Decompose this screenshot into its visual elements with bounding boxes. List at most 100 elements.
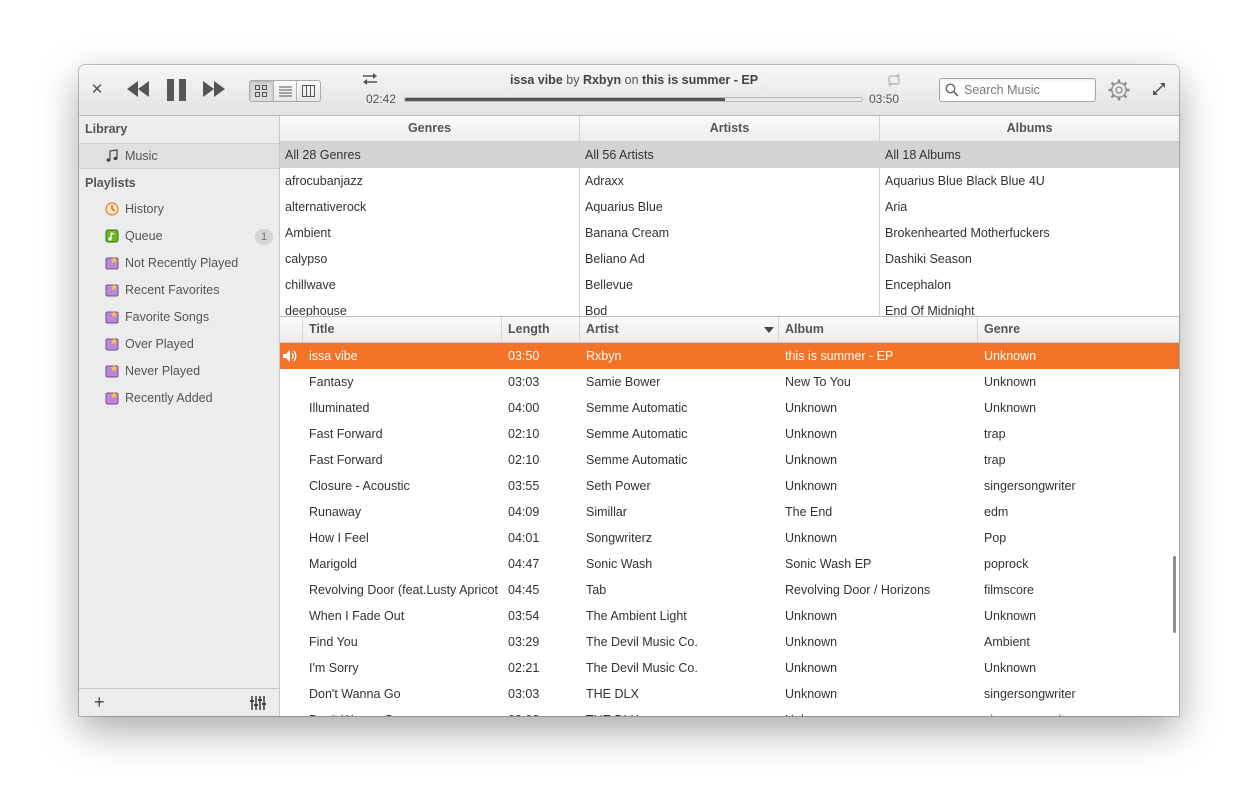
album-row[interactable]: All 18 Albums xyxy=(880,142,1179,168)
equalizer-button[interactable] xyxy=(250,696,266,713)
albums-column-header[interactable]: Albums xyxy=(880,116,1179,142)
add-playlist-button[interactable]: + xyxy=(94,692,105,713)
column-view-button[interactable] xyxy=(297,81,320,101)
track-album-cell: Unknown xyxy=(785,401,838,415)
previous-button[interactable] xyxy=(127,81,149,100)
close-button[interactable]: ✕ xyxy=(89,81,105,99)
grid-view-button[interactable] xyxy=(250,81,274,101)
genre-row[interactable]: afrocubanjazz xyxy=(280,168,579,194)
track-length-cell: 04:01 xyxy=(508,531,540,545)
next-button[interactable] xyxy=(203,81,225,100)
column-header-length[interactable]: Length xyxy=(502,317,580,342)
track-row[interactable]: Fantasy 03:03 Samie Bower New To You Unknown xyxy=(280,369,1179,395)
artist-row[interactable]: Banana Cream xyxy=(580,220,879,246)
track-row[interactable]: I'm Sorry 02:21 The Devil Music Co. Unknown… xyxy=(280,655,1179,681)
artists-column-header[interactable]: Artists xyxy=(580,116,879,142)
artist-row[interactable]: Bellevue xyxy=(580,272,879,298)
genre-row[interactable]: chillwave xyxy=(280,272,579,298)
sidebar-item-history[interactable]: History xyxy=(79,197,279,223)
music-app-window: ✕ issa vibe by Rxbyn on this is summer -… xyxy=(79,65,1179,716)
track-list-scrollbar[interactable] xyxy=(1173,556,1176,633)
genre-row[interactable]: deephouse xyxy=(280,298,579,316)
album-row[interactable]: Aria xyxy=(880,194,1179,220)
album-row[interactable]: End Of Midnight xyxy=(880,298,1179,316)
album-row[interactable]: Brokenhearted Motherfuckers xyxy=(880,220,1179,246)
column-header-icon[interactable] xyxy=(280,317,303,342)
artist-row[interactable]: Adraxx xyxy=(580,168,879,194)
track-row[interactable]: Closure - Acoustic 03:55 Seth Power Unknown… xyxy=(280,473,1179,499)
track-row[interactable]: Don't Wanna Go 03:03 THE DLX Unknown singers… xyxy=(280,681,1179,707)
track-title-cell: Revolving Door (feat.Lusty Apricot xyxy=(309,583,498,597)
track-row[interactable]: Find You 03:29 The Devil Music Co. Unknown A… xyxy=(280,629,1179,655)
sidebar-item-over-played[interactable]: Over Played xyxy=(79,332,279,358)
track-artist-cell: Semme Automatic xyxy=(586,401,688,415)
now-playing-by: by xyxy=(566,73,580,87)
track-album-cell: this is summer - EP xyxy=(785,349,894,363)
track-artist-cell: THE DLX xyxy=(586,687,639,701)
track-title-cell: Runaway xyxy=(309,505,362,519)
seek-bar[interactable] xyxy=(404,97,863,102)
sidebar-footer: + xyxy=(79,688,279,716)
track-row[interactable]: Runaway 04:09 Simillar The End edm xyxy=(280,499,1179,525)
track-row[interactable]: When I Fade Out 03:54 The Ambient Light Unk… xyxy=(280,603,1179,629)
smart-playlist-icon xyxy=(105,364,119,378)
sidebar-item-label: History xyxy=(125,202,164,216)
track-title-cell: Fantasy xyxy=(309,375,354,389)
album-row[interactable]: Dashiki Season xyxy=(880,246,1179,272)
play-pause-button[interactable] xyxy=(167,79,187,104)
shuffle-icon xyxy=(363,73,377,85)
track-album-cell: Unknown xyxy=(785,661,838,675)
artist-row[interactable]: All 56 Artists xyxy=(580,142,879,168)
artist-row[interactable]: Beliano Ad xyxy=(580,246,879,272)
album-row[interactable]: Aquarius Blue Black Blue 4U xyxy=(880,168,1179,194)
track-row[interactable]: Revolving Door (feat.Lusty Apricot 04:45 T… xyxy=(280,577,1179,603)
column-header-genre[interactable]: Genre xyxy=(978,317,1179,342)
genre-row[interactable]: alternativerock xyxy=(280,194,579,220)
track-artist-cell: THE DLX xyxy=(586,707,776,716)
track-row[interactable]: Marigold 04:47 Sonic Wash Sonic Wash EP popr… xyxy=(280,551,1179,577)
column-header-album[interactable]: Album xyxy=(779,317,978,342)
track-row[interactable]: Illuminated 04:00 Semme Automatic Unknown Un… xyxy=(280,395,1179,421)
gear-icon xyxy=(1108,79,1130,101)
now-playing-album: this is summer - EP xyxy=(642,73,759,87)
sidebar-item-never-played[interactable]: Never Played xyxy=(79,359,279,385)
column-header-artist[interactable]: Artist xyxy=(580,317,779,342)
genre-row[interactable]: Ambient xyxy=(280,220,579,246)
sidebar-item-queue[interactable]: Queue 1 xyxy=(79,224,279,250)
track-row[interactable]: Don't Wanna Go 03:03 THE DLX Unknown singers… xyxy=(280,707,1179,716)
genre-row[interactable]: All 28 Genres xyxy=(280,142,579,168)
sidebar-item-not-recently-played[interactable]: Not Recently Played xyxy=(79,251,279,277)
shuffle-button[interactable] xyxy=(362,72,378,89)
search-input[interactable] xyxy=(964,81,1092,99)
sidebar-item-music[interactable]: Music xyxy=(79,143,279,169)
sidebar-item-recently-added[interactable]: Recently Added xyxy=(79,386,279,412)
repeat-button[interactable] xyxy=(886,73,902,90)
track-row[interactable]: Fast Forward 02:10 Semme Automatic Unknown t… xyxy=(280,447,1179,473)
fast-forward-icon xyxy=(203,81,225,97)
column-header-title[interactable]: Title xyxy=(303,317,502,342)
track-row[interactable]: How I Feel 04:01 Songwriterz Unknown Pop xyxy=(280,525,1179,551)
genre-row[interactable]: calypso xyxy=(280,246,579,272)
track-list: Title Length Artist Album Genre issa vib… xyxy=(280,317,1179,716)
track-length-cell: 04:47 xyxy=(508,557,540,571)
track-title-cell: Don't Wanna Go xyxy=(309,687,401,701)
track-artist-cell: The Ambient Light xyxy=(586,609,687,623)
sidebar-item-recent-favorites[interactable]: Recent Favorites xyxy=(79,278,279,304)
album-row[interactable]: Encephalon xyxy=(880,272,1179,298)
now-playing-title: issa vibe xyxy=(509,73,563,87)
list-view-button[interactable] xyxy=(274,81,298,101)
sidebar-item-label: Music xyxy=(125,149,158,163)
artists-column: Artists All 56 Artists Adraxx Aquarius B… xyxy=(580,116,880,316)
track-artist-cell: Samie Bower xyxy=(586,375,661,389)
track-row-now-playing[interactable]: issa vibe 03:50 Rxbyn this is summer - EP Un… xyxy=(280,343,1179,369)
track-row[interactable]: Fast Forward 02:10 Semme Automatic Unknown t… xyxy=(280,421,1179,447)
equalizer-icon xyxy=(250,696,266,710)
sidebar-item-favorite-songs[interactable]: Favorite Songs xyxy=(79,305,279,331)
genres-column-header[interactable]: Genres xyxy=(280,116,579,142)
settings-button[interactable] xyxy=(1107,78,1131,105)
speaker-playing-icon xyxy=(283,350,297,362)
artist-row[interactable]: Aquarius Blue xyxy=(580,194,879,220)
artist-row[interactable]: Bod xyxy=(580,298,879,316)
track-album-cell: Revolving Door / Horizons xyxy=(785,583,931,597)
fullscreen-button[interactable] xyxy=(1152,82,1166,99)
